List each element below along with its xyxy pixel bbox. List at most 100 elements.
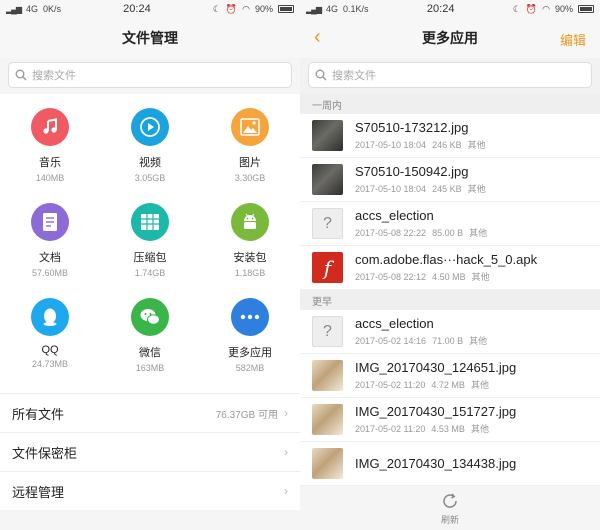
- category-name: 更多应用: [228, 347, 272, 359]
- option-right: ›: [284, 445, 288, 459]
- back-chevron-icon[interactable]: ‹: [314, 26, 321, 49]
- battery-icon: [578, 5, 594, 13]
- file-meta: accs_election 2017-05-08 22:22 85.00 B 其他: [355, 208, 493, 239]
- category-name: QQ: [41, 344, 59, 356]
- category-size: 3.05GB: [134, 173, 166, 183]
- search-input[interactable]: 搜索文件: [8, 62, 292, 88]
- file-name: IMG_20170430_134438.jpg: [355, 456, 517, 471]
- flash-app-icon: f: [312, 252, 343, 283]
- section-header: 更早: [300, 290, 600, 310]
- file-meta: IMG_20170430_134438.jpg: [355, 456, 516, 471]
- file-date: 2017-05-08 22:22: [355, 228, 427, 238]
- file-meta: IMG_20170430_124651.jpg 2017-05-02 11:20 4…: [355, 360, 516, 391]
- category-size: 1.18GB: [234, 268, 266, 278]
- search-placeholder: 搜索文件: [332, 70, 376, 82]
- file-details: 2017-05-10 18:04 245 KB 其他: [355, 182, 492, 195]
- file-item[interactable]: ? accs_election 2017-05-08 22:22 85.00 B 其他: [300, 202, 600, 246]
- file-name: accs_election: [355, 208, 434, 223]
- category-more[interactable]: 更多应用 582MB: [200, 298, 300, 393]
- category-qq[interactable]: QQ 24.73MB: [0, 298, 100, 393]
- file-date: 2017-05-08 22:12: [355, 272, 427, 282]
- file-meta: S70510-150942.jpg 2017-05-10 18:04 245 KB 其…: [355, 164, 492, 195]
- file-item[interactable]: IMG_20170430_151727.jpg 2017-05-02 11:20 4…: [300, 398, 600, 442]
- network-speed: 0.1K/s: [343, 4, 369, 14]
- option-row[interactable]: 远程管理 ›: [0, 471, 300, 510]
- moon-icon: ☾: [512, 3, 521, 14]
- more-icon: [231, 298, 269, 336]
- battery-percent: 90%: [554, 4, 573, 14]
- file-size: 71.00 B: [432, 336, 464, 346]
- option-label: 所有文件: [12, 406, 65, 422]
- file-size: 4.72 MB: [431, 380, 465, 390]
- refresh-icon[interactable]: [440, 491, 460, 511]
- search-placeholder: 搜索文件: [32, 70, 76, 82]
- file-meta: S70510-173212.jpg 2017-05-10 18:04 246 KB 其…: [355, 120, 492, 151]
- search-input[interactable]: 搜索文件: [308, 62, 592, 88]
- file-tag: 其他: [469, 228, 488, 238]
- category-size: 163MB: [135, 363, 165, 373]
- category-play[interactable]: 视频 3.05GB: [100, 108, 200, 203]
- file-item[interactable]: IMG_20170430_134438.jpg: [300, 442, 600, 486]
- file-item[interactable]: S70510-150942.jpg 2017-05-10 18:04 245 KB 其…: [300, 158, 600, 202]
- file-name: IMG_20170430_124651.jpg: [355, 360, 517, 375]
- more-apps-screen: ▂▄▆ 4G 0.1K/s 20:24 ☾ ⏰ ◠ 90% ‹ 更多应用 编辑 …: [300, 0, 600, 530]
- option-label: 文件保密柜: [12, 445, 78, 461]
- wifi-icon: ◠: [242, 3, 250, 14]
- file-item[interactable]: f com.adobe.flas···hack_5_0.apk 2017-05-08…: [300, 246, 600, 290]
- search-icon: [315, 69, 327, 81]
- category-android[interactable]: 安装包 1.18GB: [200, 203, 300, 298]
- photo-thumbnail: [312, 448, 343, 479]
- chevron-right-icon: ›: [284, 445, 288, 459]
- category-document[interactable]: 文档 57.60MB: [0, 203, 100, 298]
- file-name: S70510-150942.jpg: [355, 164, 469, 179]
- file-name: com.adobe.flas···hack_5_0.apk: [355, 252, 538, 267]
- photo-thumbnail: [312, 360, 343, 391]
- category-music[interactable]: 音乐 140MB: [0, 108, 100, 203]
- signal-icon: ▂▄▆: [6, 4, 22, 14]
- category-name: 微信: [139, 347, 161, 359]
- option-row[interactable]: 所有文件 76.37GB 可用 ›: [0, 393, 300, 432]
- file-name: IMG_20170430_151727.jpg: [355, 404, 517, 419]
- bottom-toolbar: 刷新: [300, 486, 600, 530]
- alarm-icon: ⏰: [225, 3, 238, 14]
- network-type: 4G: [25, 4, 38, 14]
- category-size: 140MB: [35, 173, 65, 183]
- file-tag: 其他: [471, 272, 490, 282]
- play-icon: [131, 108, 169, 146]
- file-date: 2017-05-10 18:04: [355, 140, 427, 150]
- file-tag: 其他: [467, 140, 486, 150]
- photo-thumbnail: [312, 120, 343, 151]
- clock: 20:24: [123, 3, 151, 15]
- category-image[interactable]: 图片 3.30GB: [200, 108, 300, 203]
- file-date: 2017-05-02 14:16: [355, 336, 427, 346]
- option-row[interactable]: 文件保密柜 ›: [0, 432, 300, 471]
- file-name: S70510-173212.jpg: [355, 120, 469, 135]
- unknown-file-icon: ?: [312, 208, 343, 239]
- signal-icon: ▂▄▆: [306, 4, 322, 14]
- file-tag: 其他: [467, 184, 486, 194]
- file-manager-screen: ▂▄▆ 4G 0K/s 20:24 ☾ ⏰ ◠ 90% 文件管理 搜索文件 音乐…: [0, 0, 300, 530]
- edit-button[interactable]: 编辑: [560, 30, 586, 49]
- file-details: 2017-05-08 22:12 4.50 MB 其他: [355, 270, 537, 283]
- file-size: 85.00 B: [432, 228, 464, 238]
- file-details: 2017-05-08 22:22 85.00 B 其他: [355, 226, 493, 239]
- file-item[interactable]: IMG_20170430_124651.jpg 2017-05-02 11:20 4…: [300, 354, 600, 398]
- category-archive[interactable]: 压缩包 1.74GB: [100, 203, 200, 298]
- category-name: 压缩包: [133, 252, 167, 264]
- option-right: 76.37GB 可用 ›: [216, 406, 288, 421]
- page-title: 文件管理: [122, 30, 178, 46]
- title-bar: 文件管理: [0, 18, 300, 58]
- file-meta: accs_election 2017-05-02 14:16 71.00 B 其他: [355, 316, 493, 347]
- category-wechat[interactable]: 微信 163MB: [100, 298, 200, 393]
- file-item[interactable]: ? accs_election 2017-05-02 14:16 71.00 B 其他: [300, 310, 600, 354]
- file-details: 2017-05-02 14:16 71.00 B 其他: [355, 334, 493, 347]
- file-item[interactable]: S70510-173212.jpg 2017-05-10 18:04 246 KB 其…: [300, 114, 600, 158]
- category-name: 文档: [39, 252, 61, 264]
- refresh-label: 刷新: [440, 514, 459, 525]
- image-icon: [231, 108, 269, 146]
- file-size: 4.53 MB: [431, 424, 465, 434]
- search-icon: [15, 69, 27, 81]
- chevron-right-icon: ›: [284, 406, 288, 420]
- file-date: 2017-05-02 11:20: [355, 380, 426, 390]
- option-label: 远程管理: [12, 484, 65, 500]
